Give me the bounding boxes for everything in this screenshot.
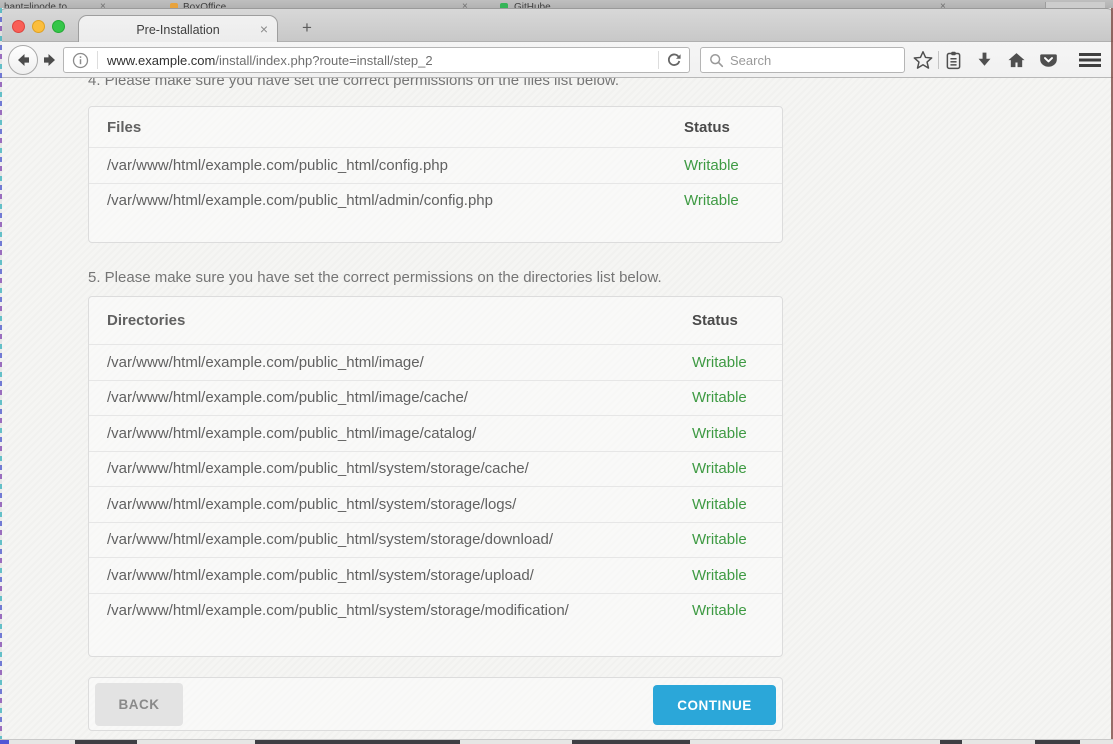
tab-pre-installation[interactable]: Pre-Installation × [78,15,278,43]
table-row: /var/www/html/example.com/public_html/im… [89,380,782,416]
search-icon [709,53,724,68]
urlbar-divider [658,51,659,69]
forward-arrow-icon [42,52,58,68]
table-row: /var/www/html/example.com/public_html/sy… [89,486,782,522]
background-tab-close-icon: × [940,1,946,8]
directory-path: /var/www/html/example.com/public_html/im… [107,354,692,371]
urlbar-divider [97,51,98,69]
background-new-tab-area [1045,2,1105,8]
window-zoom-button[interactable] [52,20,65,33]
page-content: 4. Please make sure you have set the cor… [2,78,1111,739]
files-column-header: Files [107,119,684,136]
status-badge: Writable [684,157,764,174]
navigation-toolbar: www.example.com/install/index.php?route=… [0,42,1113,78]
menu-hamburger-icon[interactable] [1078,48,1102,72]
status-badge: Writable [692,389,764,406]
background-fragment [75,740,137,744]
status-badge: Writable [692,354,764,371]
background-tab-label: hant=linode.to [4,2,67,8]
directories-table-header: Directories Status [89,297,782,344]
bookmark-star-icon[interactable] [911,48,935,72]
background-fragment [255,740,460,744]
table-row: /var/www/html/example.com/public_html/co… [89,147,782,183]
table-row: /var/www/html/example.com/public_html/sy… [89,593,782,629]
background-tab-close-icon: × [100,1,106,8]
directory-path: /var/www/html/example.com/public_html/sy… [107,496,692,513]
status-badge: Writable [684,192,764,209]
back-step-button[interactable]: BACK [95,683,183,726]
status-column-header: Status [684,119,764,136]
directory-path: /var/www/html/example.com/public_html/sy… [107,602,692,619]
buttons-bar: BACK CONTINUE [88,677,783,731]
background-fragment [940,740,962,744]
status-badge: Writable [692,460,764,477]
tab-title: Pre-Installation [136,23,219,37]
background-tab-close-icon: × [462,1,468,8]
back-arrow-icon [15,52,31,68]
continue-button[interactable]: CONTINUE [653,685,776,725]
site-info-icon[interactable] [72,52,89,69]
background-tab-favicon [170,3,178,8]
table-row: /var/www/html/example.com/public_html/sy… [89,557,782,593]
directory-path: /var/www/html/example.com/public_html/im… [107,425,692,442]
directory-path: /var/www/html/example.com/public_html/sy… [107,460,692,477]
tab-close-icon[interactable]: × [260,21,268,37]
bookmarks-list-icon[interactable] [941,48,965,72]
downloads-icon[interactable] [972,48,996,72]
status-badge: Writable [692,496,764,513]
status-badge: Writable [692,425,764,442]
background-tab-label: GitHube [514,2,551,8]
home-icon[interactable] [1004,48,1028,72]
url-text[interactable]: www.example.com/install/index.php?route=… [107,53,658,68]
new-tab-button[interactable]: + [302,18,312,38]
files-table: Files Status /var/www/html/example.com/p… [88,106,783,243]
status-badge: Writable [692,602,764,619]
back-button[interactable] [8,45,38,75]
background-window-top-sliver: hant=linode.to × BoxOffice × GitHube × [0,0,1113,8]
directory-path: /var/www/html/example.com/public_html/im… [107,389,692,406]
search-input[interactable]: Search [700,47,905,73]
file-path: /var/www/html/example.com/public_html/ad… [107,192,684,209]
files-table-header: Files Status [89,107,782,147]
status-column-header: Status [692,312,764,329]
tab-bar: Pre-Installation × + [0,8,1113,42]
directories-table: Directories Status /var/www/html/example… [88,296,783,657]
directories-column-header: Directories [107,312,692,329]
background-tab-label: BoxOffice [183,2,226,8]
window-minimize-button[interactable] [32,20,45,33]
window-close-button[interactable] [12,20,25,33]
table-row: /var/www/html/example.com/public_html/sy… [89,522,782,558]
reload-icon[interactable] [666,52,682,68]
forward-button[interactable] [42,52,58,68]
table-row: /var/www/html/example.com/public_html/im… [89,344,782,380]
status-badge: Writable [692,531,764,548]
file-path: /var/www/html/example.com/public_html/co… [107,157,684,174]
background-window-bottom-sliver [0,739,1113,744]
search-placeholder: Search [730,53,771,68]
screen: hant=linode.to × BoxOffice × GitHube × P… [0,0,1113,744]
step5-instruction: 5. Please make sure you have set the cor… [88,269,662,286]
table-row: /var/www/html/example.com/public_html/sy… [89,451,782,487]
directory-path: /var/www/html/example.com/public_html/sy… [107,531,692,548]
background-fragment [1035,740,1080,744]
url-domain: www.example.com [107,53,215,68]
background-fragment [0,739,9,744]
table-row: /var/www/html/example.com/public_html/im… [89,415,782,451]
url-bar[interactable]: www.example.com/install/index.php?route=… [63,47,690,73]
background-fragment [572,740,690,744]
status-badge: Writable [692,567,764,584]
toolbar-divider [938,51,939,69]
url-path: /install/index.php?route=install/step_2 [215,53,432,68]
table-row: /var/www/html/example.com/public_html/ad… [89,183,782,219]
pocket-icon[interactable] [1036,48,1060,72]
directory-path: /var/www/html/example.com/public_html/sy… [107,567,692,584]
background-tab-favicon [500,3,508,8]
desktop-edge-left [0,8,2,740]
